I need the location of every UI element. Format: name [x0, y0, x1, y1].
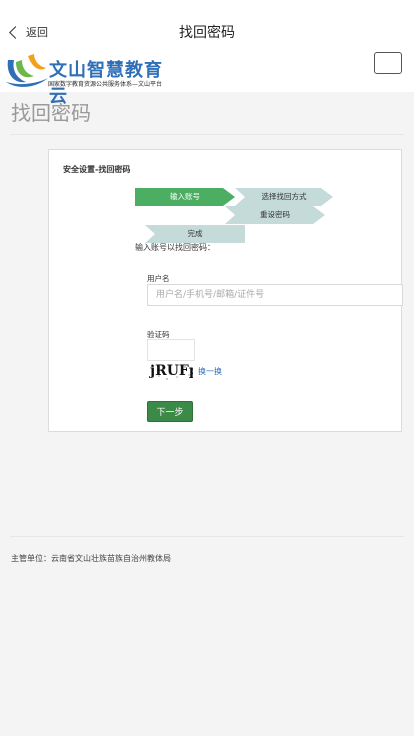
logo-mark-icon	[6, 54, 48, 87]
step-complete: 完成	[145, 225, 245, 243]
step-label: 选择找回方式	[261, 192, 307, 201]
recover-password-card: 安全设置-找回密码 输入账号 选择找回方式 重设密码 完成 输入账号以找回密码：…	[48, 149, 403, 432]
top-nav-bar: 返回 找回密码	[0, 0, 414, 50]
username-input[interactable]	[147, 284, 403, 306]
captcha-text: jRUFp	[150, 363, 193, 379]
next-step-button[interactable]: 下一步	[147, 401, 193, 422]
section-heading: 找回密码	[11, 101, 91, 125]
step-choose-method: 选择找回方式	[235, 188, 333, 206]
footer-text: 主管单位：云南省文山壮族苗族自治州教体局	[11, 554, 171, 563]
instruction-text: 输入账号以找回密码：	[135, 243, 215, 252]
captcha-image[interactable]: jRUFp	[147, 361, 193, 383]
footer-divider	[10, 536, 404, 537]
step-label: 重设密码	[260, 210, 290, 219]
card-title: 安全设置-找回密码	[63, 165, 131, 174]
logo-bar: 文山智慧教育云 国家数字教育资源公共服务体系—文山平台	[0, 44, 414, 107]
step-enter-account: 输入账号	[135, 188, 235, 206]
heading-divider	[10, 134, 404, 135]
menu-toggle-button[interactable]	[374, 52, 402, 74]
step-label: 输入账号	[170, 192, 200, 201]
step-label: 完成	[187, 229, 203, 238]
site-logo[interactable]: 文山智慧教育云 国家数字教育资源公共服务体系—文山平台	[4, 48, 164, 107]
page-title: 找回密码	[179, 25, 235, 41]
username-label: 用户名	[147, 274, 170, 283]
refresh-captcha-link[interactable]: 换一换	[198, 366, 222, 377]
logo-subtitle: 国家数字教育资源公共服务体系—文山平台	[48, 81, 163, 88]
captcha-input[interactable]	[147, 339, 195, 361]
step-reset-password: 重设密码	[225, 206, 325, 224]
